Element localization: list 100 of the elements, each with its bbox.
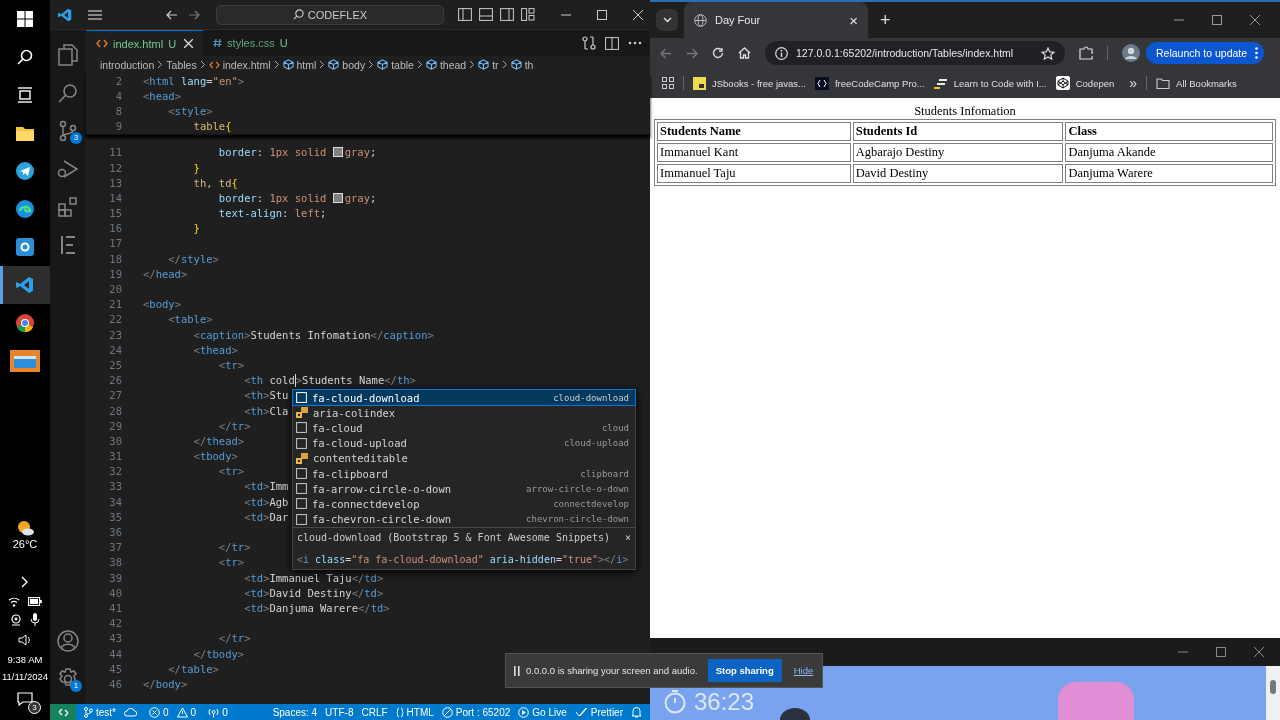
sticky-code-line[interactable]: <html lang="en"> [143, 74, 245, 87]
suggestion-item[interactable]: fa-clipboard clipboard [293, 465, 635, 482]
tab-close-button[interactable]: × [849, 11, 858, 29]
browser-tab[interactable]: Day Four × [684, 2, 868, 38]
ports-count[interactable]: 0 [208, 706, 228, 718]
clock-date[interactable]: 11/11/2024 [1, 671, 49, 682]
prettier-status[interactable]: Prettier [574, 706, 623, 718]
back-arrow-icon[interactable] [166, 9, 178, 20]
weather-widget[interactable]: 26°C [12, 520, 38, 550]
webcam-icon[interactable] [10, 613, 22, 626]
suggestion-item[interactable]: aria-colindex [293, 405, 635, 421]
errors-count[interactable]: 0 [149, 706, 169, 718]
code-line: <th>Cla [243, 404, 289, 417]
bookmark-item[interactable]: freeCodeCamp Pro... [815, 76, 925, 90]
apps-grid-icon[interactable] [662, 77, 674, 89]
editor-tab[interactable]: index.html U [86, 30, 204, 56]
language-mode[interactable]: HTML [395, 706, 434, 718]
sticky-code-line[interactable]: <style> [143, 104, 213, 117]
more-icon[interactable] [628, 41, 642, 45]
bell-icon[interactable] [631, 706, 642, 718]
suggestion-item[interactable]: contenteditable [293, 450, 635, 466]
all-bookmarks-button[interactable]: All Bookmarks [1156, 77, 1237, 89]
breadcrumb-item[interactable]: introduction [100, 58, 155, 71]
port-status[interactable]: Port : 65202 [441, 706, 511, 718]
chevron-icon [469, 60, 476, 69]
breadcrumb-item[interactable]: table [377, 58, 414, 71]
forward-arrow-icon[interactable] [188, 9, 200, 20]
panel-toggle-icon[interactable] [479, 8, 493, 21]
breadcrumb-item[interactable]: index.html [208, 58, 271, 71]
home-icon[interactable] [738, 47, 751, 59]
address-bar[interactable]: 127.0.0.1:65202/introduction/Tables/index.html [765, 41, 1065, 65]
remote-button[interactable] [50, 704, 76, 720]
star-icon[interactable] [1041, 46, 1055, 60]
clock-time[interactable]: 9:38 AM [7, 654, 43, 665]
code-line: </tr> [217, 419, 251, 432]
breadcrumb-item[interactable]: thead [425, 58, 467, 71]
relaunch-button[interactable]: Relaunch to update [1146, 42, 1265, 64]
go-live-button[interactable]: Go Live [518, 706, 567, 718]
breadcrumb-item[interactable]: tr [478, 58, 499, 71]
secondary-sidebar-icon[interactable] [500, 8, 514, 21]
breadcrumb-item[interactable]: th [510, 58, 534, 71]
close-icon[interactable] [1254, 647, 1264, 657]
suggestion-item[interactable]: fa-cloud-download cloud-download [293, 390, 635, 406]
code-line: <th cold>Students Name</th> [243, 373, 416, 387]
menu-icon[interactable] [88, 9, 102, 20]
split-editor-icon[interactable] [605, 36, 619, 50]
tab-search-button[interactable] [656, 9, 678, 31]
suggestion-item[interactable]: fa-cloud cloud [293, 420, 635, 436]
maximize-icon[interactable] [1216, 647, 1226, 657]
source-control-view-button[interactable]: 3 [50, 112, 86, 150]
line-number: 38 [108, 556, 123, 569]
maximize-icon[interactable] [597, 9, 607, 20]
microphone-icon[interactable] [30, 613, 40, 626]
compare-changes-icon[interactable] [582, 36, 596, 50]
more-bookmarks-button[interactable]: » [1129, 75, 1138, 91]
close-icon[interactable] [1250, 15, 1260, 25]
close-button[interactable]: × [624, 530, 631, 544]
branch-status[interactable]: test* [84, 706, 116, 718]
hide-link[interactable]: Hide [793, 665, 814, 676]
scrollbar[interactable] [1266, 666, 1280, 720]
chrome-icon [16, 314, 34, 332]
manage-button[interactable]: 1 [50, 660, 86, 698]
suggestion-item[interactable]: fa-arrow-circle-o-down arrow-circle-o-down [293, 481, 635, 497]
status-item[interactable]: Spaces: 4 [272, 706, 318, 718]
bookmark-item[interactable]: JSbooks - free javas... [693, 76, 806, 90]
warnings-count[interactable]: 0 [176, 706, 197, 718]
sidebar-toggle-icon[interactable] [458, 8, 472, 21]
close-icon[interactable] [633, 9, 643, 20]
status-item[interactable]: CRLF [361, 706, 388, 718]
breadcrumb-item[interactable]: Tables [166, 58, 197, 71]
camera-app-icon [16, 238, 34, 256]
sticky-code-line[interactable]: table{ [143, 120, 232, 133]
command-center-search[interactable]: CODEFLEX [216, 4, 444, 25]
maximize-icon[interactable] [1212, 15, 1222, 25]
code-line: <tr> [217, 556, 245, 569]
new-tab-button[interactable]: + [880, 9, 891, 31]
suggestion-item[interactable]: fa-cloud-upload cloud-upload [293, 435, 635, 451]
layout-icon[interactable] [521, 8, 535, 21]
bookmark-item[interactable]: Codepen [1055, 76, 1115, 90]
speaker-icon[interactable] [18, 634, 32, 646]
cloud-upload-icon[interactable] [124, 707, 137, 717]
profile-avatar-icon[interactable] [1122, 44, 1140, 62]
wifi-icon[interactable] [8, 596, 20, 607]
bookmark-item[interactable]: Learn to Code with I... [933, 77, 1047, 89]
notification-button[interactable]: 3 [9, 688, 41, 714]
battery-icon[interactable] [28, 597, 42, 606]
chevron-icon [501, 60, 508, 69]
reload-icon[interactable] [712, 47, 724, 59]
suggestion-item[interactable]: fa-connectdevelop connectdevelop [293, 496, 635, 512]
stop-sharing-button[interactable]: Stop sharing [707, 659, 782, 682]
details-title: cloud-download (Bootstrap 5 & Font Awesome Snippets) [297, 530, 611, 544]
puzzle-piece-icon[interactable] [1079, 46, 1093, 60]
suggestion-item[interactable]: fa-chevron-circle-down chevron-circle-down [293, 511, 635, 527]
sticky-code-line[interactable]: <head> [143, 89, 181, 102]
editor-tab[interactable]: styles.css U [203, 30, 301, 56]
status-item[interactable]: UTF-8 [325, 706, 354, 718]
breadcrumb-item[interactable]: html [282, 58, 317, 71]
chevron-icon[interactable] [21, 576, 29, 588]
forward-arrow-icon[interactable] [686, 47, 698, 59]
breadcrumb-item[interactable]: body [328, 58, 366, 71]
